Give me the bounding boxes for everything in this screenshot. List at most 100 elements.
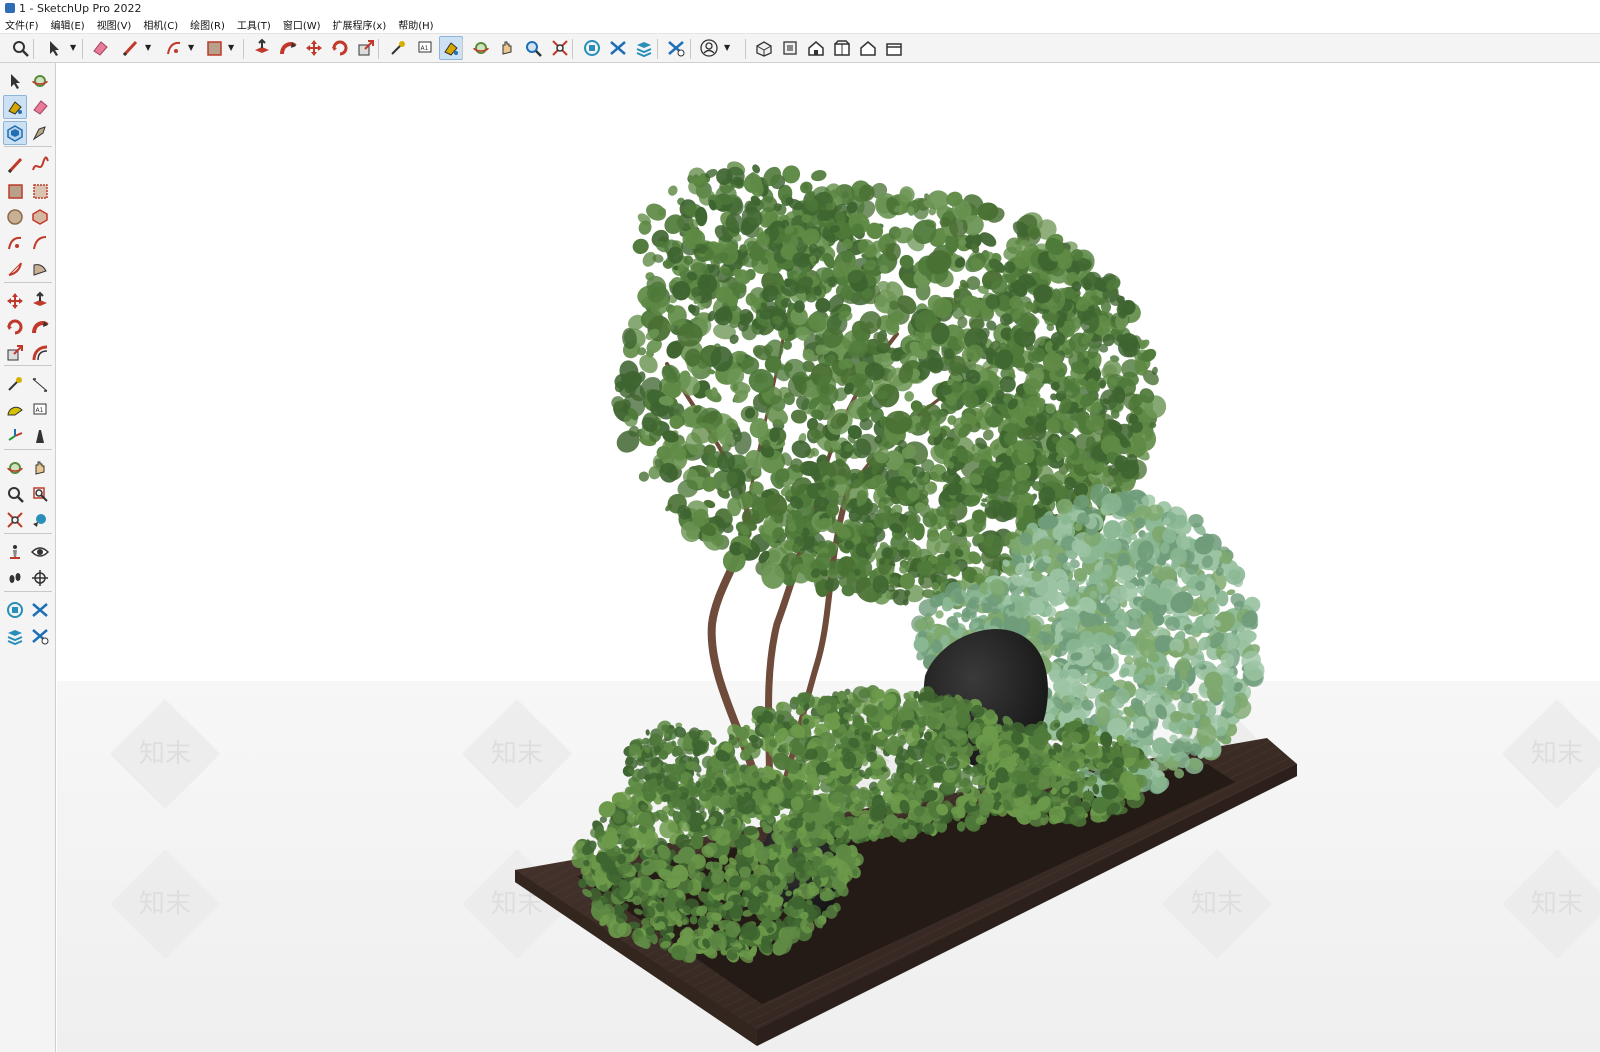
svg-text:知末: 知末 (1191, 889, 1243, 919)
left-circle-icon[interactable] (3, 205, 27, 229)
chevron-down-icon[interactable]: ▼ (70, 43, 76, 52)
left-three-point-arc-icon[interactable] (3, 257, 27, 281)
right-view-icon[interactable] (830, 36, 854, 60)
title-bar: 1 - SketchUp Pro 2022 (0, 0, 1600, 16)
left-eraser-icon[interactable] (28, 95, 52, 119)
left-freehand-icon[interactable] (28, 153, 52, 177)
follow-me-icon[interactable] (276, 36, 300, 60)
left-zoom-extents-icon[interactable] (3, 508, 27, 532)
warehouse-icon[interactable] (580, 36, 604, 60)
extension-manager-icon[interactable] (664, 36, 688, 60)
left-make-component-icon[interactable] (3, 121, 27, 145)
left-extension-warehouse-icon[interactable] (28, 598, 52, 622)
select-icon[interactable] (42, 36, 66, 60)
left-rectangle-icon[interactable] (3, 179, 27, 203)
menu-item-8[interactable]: 帮助(H) (392, 17, 439, 32)
chevron-down-icon[interactable]: ▼ (145, 43, 151, 52)
left-push-pull-icon[interactable] (28, 289, 52, 313)
menu-item-3[interactable]: 相机(C) (137, 17, 184, 32)
menu-bar: 文件(F) 编辑(E) 视图(V) 相机(C) 绘图(R) 工具(T) 窗口(W) 扩展程序(… (0, 16, 1600, 33)
pan-icon[interactable] (495, 36, 519, 60)
toolbar-separator (4, 449, 52, 450)
chevron-down-icon[interactable]: ▼ (724, 43, 730, 52)
orbit-icon[interactable] (469, 36, 493, 60)
left-layout-icon[interactable] (3, 624, 27, 648)
menu-item-7[interactable]: 扩展程序(x) (327, 17, 393, 32)
left-arc-icon[interactable] (3, 231, 27, 255)
menu-item-4[interactable]: 绘图(R) (184, 17, 231, 32)
left-position-camera-icon[interactable] (3, 540, 27, 564)
menu-item-0[interactable]: 文件(F) (0, 17, 45, 32)
left-previous-view-icon[interactable] (28, 508, 52, 532)
menu-item-6[interactable]: 窗口(W) (277, 17, 327, 32)
chevron-down-icon[interactable]: ▼ (188, 43, 194, 52)
left-look-around-icon[interactable] (28, 540, 52, 564)
left-two-point-arc-icon[interactable] (28, 231, 52, 255)
svg-text:A1: A1 (36, 407, 44, 414)
chevron-down-icon[interactable]: ▼ (228, 43, 234, 52)
main-toolbar: ▼ ▼ ▼ ▼ A1 ▼ (0, 33, 1600, 63)
rectangle-icon[interactable] (202, 36, 226, 60)
toolbar-separator (657, 39, 658, 59)
toolbar-separator (745, 39, 746, 59)
left-rotated-rectangle-icon[interactable] (28, 179, 52, 203)
left-pan-icon[interactable] (28, 456, 52, 480)
left-orbit-icon[interactable] (28, 69, 52, 93)
scene-canvas[interactable]: 知末知末知末知末知末知末知末知末知末知末 (57, 64, 1600, 1052)
left-view-icon[interactable] (882, 36, 906, 60)
left-extension-manager-icon[interactable] (28, 624, 52, 648)
left-rotate-icon[interactable] (3, 315, 27, 339)
left-tape-measure-icon[interactable] (3, 372, 27, 396)
left-warehouse-icon[interactable] (3, 598, 27, 622)
left-section-plane-icon[interactable] (28, 566, 52, 590)
left-3d-text-icon[interactable] (28, 424, 52, 448)
extension-warehouse-icon[interactable] (606, 36, 630, 60)
left-line-icon[interactable] (3, 153, 27, 177)
tape-measure-icon[interactable] (386, 36, 410, 60)
pencil-icon[interactable] (118, 36, 142, 60)
3d-viewport[interactable]: 知末知末知末知末知末知末知末知末知末知末 (57, 64, 1600, 1052)
move-icon[interactable] (302, 36, 326, 60)
menu-item-5[interactable]: 工具(T) (231, 17, 277, 32)
left-dimension-icon[interactable] (28, 372, 52, 396)
menu-item-1[interactable]: 编辑(E) (45, 17, 91, 32)
layout-icon[interactable] (632, 36, 656, 60)
zoom-extents-icon[interactable] (548, 36, 572, 60)
left-walk-icon[interactable] (3, 566, 27, 590)
zoom-tool-icon[interactable] (521, 36, 545, 60)
left-select-icon[interactable] (3, 69, 27, 93)
iso-view-icon[interactable] (752, 36, 776, 60)
menu-item-2[interactable]: 视图(V) (91, 17, 138, 32)
left-paint-bucket-icon[interactable] (3, 95, 27, 119)
zoom-icon[interactable] (8, 36, 32, 60)
paint-bucket-icon[interactable] (439, 36, 463, 60)
scale-icon[interactable] (354, 36, 378, 60)
left-protractor-icon[interactable] (3, 398, 27, 422)
left-move-icon[interactable] (3, 289, 27, 313)
rotate-icon[interactable] (328, 36, 352, 60)
svg-text:知末: 知末 (1531, 889, 1583, 919)
svg-text:知末: 知末 (139, 739, 191, 769)
back-view-icon[interactable] (856, 36, 880, 60)
arc-icon[interactable] (162, 36, 186, 60)
top-view-icon[interactable] (778, 36, 802, 60)
toolbar-separator (4, 533, 52, 534)
left-tag-icon[interactable] (28, 121, 52, 145)
left-follow-me-icon[interactable] (28, 315, 52, 339)
left-orbit-tool-icon[interactable] (3, 456, 27, 480)
svg-text:A1: A1 (421, 45, 429, 52)
left-zoom-window-icon[interactable] (28, 482, 52, 506)
front-view-icon[interactable] (804, 36, 828, 60)
left-polygon-icon[interactable] (28, 205, 52, 229)
left-pie-icon[interactable] (28, 257, 52, 281)
toolbar-separator (82, 39, 83, 59)
text-icon[interactable]: A1 (413, 36, 437, 60)
left-scale-icon[interactable] (3, 341, 27, 365)
push-pull-icon[interactable] (250, 36, 274, 60)
left-text-icon[interactable]: A1 (28, 398, 52, 422)
account-icon[interactable] (697, 36, 721, 60)
left-axes-icon[interactable] (3, 424, 27, 448)
eraser-icon[interactable] (88, 36, 112, 60)
left-zoom-icon[interactable] (3, 482, 27, 506)
left-offset-icon[interactable] (28, 341, 52, 365)
